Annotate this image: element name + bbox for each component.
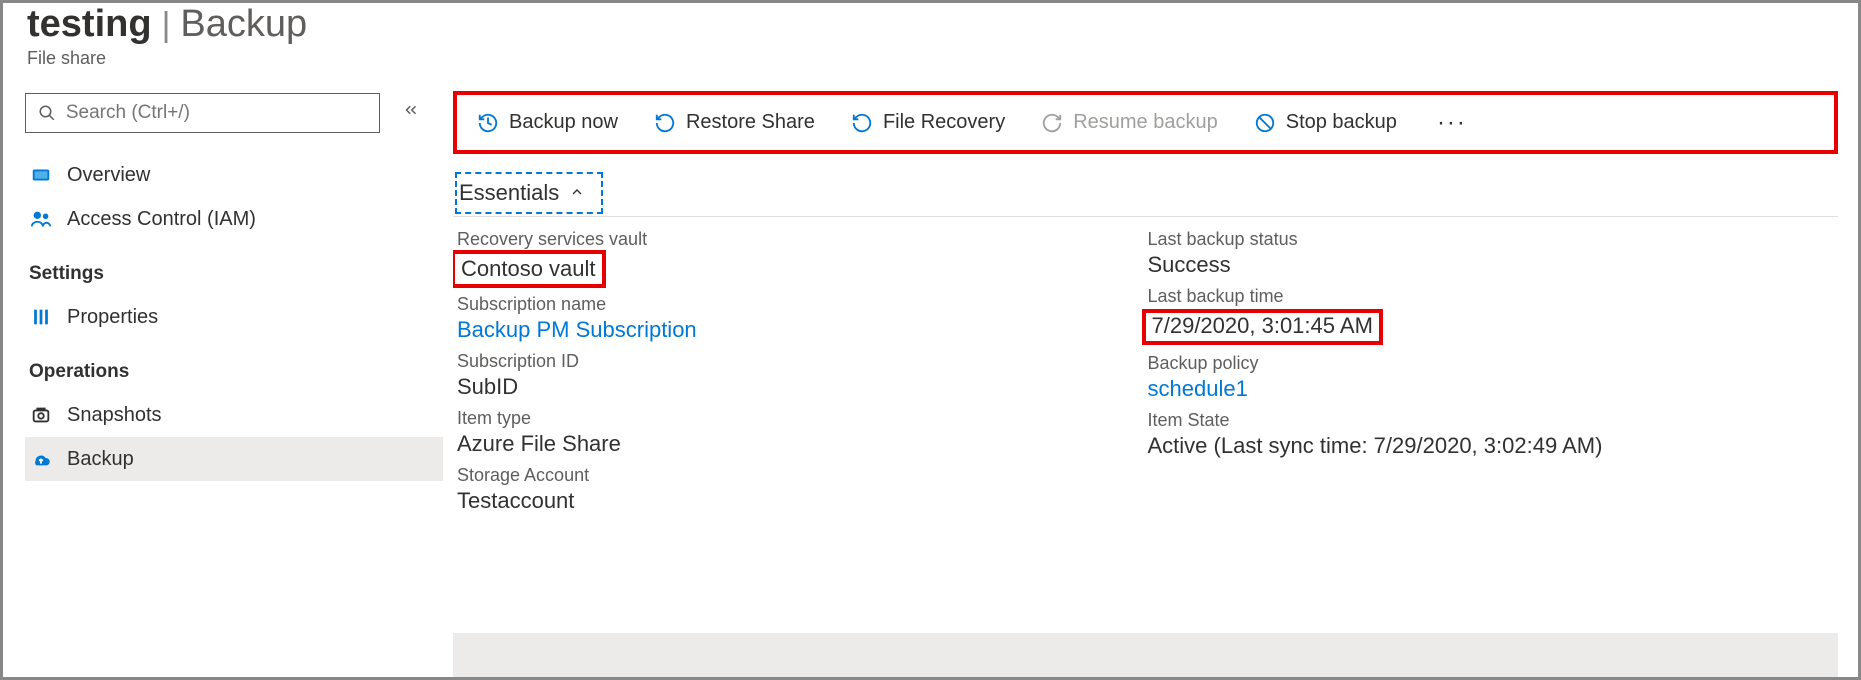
backup-now-icon	[477, 112, 499, 134]
item-state-value: Active (Last sync time: 7/29/2020, 3:02:…	[1148, 431, 1839, 461]
sidebar-item-label: Properties	[67, 306, 158, 329]
last-backup-status-label: Last backup status	[1148, 229, 1839, 250]
sidebar-item-overview[interactable]: Overview	[25, 153, 443, 197]
snapshot-icon	[29, 403, 53, 427]
tool-label: Backup now	[509, 111, 618, 134]
page-title-prefix: testing	[27, 3, 152, 46]
people-icon	[29, 207, 53, 231]
search-input-container[interactable]	[25, 93, 380, 133]
properties-icon	[29, 305, 53, 329]
tool-label: Restore Share	[686, 111, 815, 134]
restore-share-button[interactable]: Restore Share	[650, 107, 819, 138]
essentials-panel: Recovery services vault Contoso vault Su…	[453, 229, 1838, 522]
content-footer-strip	[453, 633, 1838, 677]
subscription-name-link[interactable]: Backup PM Subscription	[457, 315, 1148, 345]
stop-backup-button[interactable]: Stop backup	[1250, 107, 1401, 138]
search-icon	[36, 101, 58, 125]
backup-icon	[29, 447, 53, 471]
overview-icon	[29, 163, 53, 187]
page-title: testing | Backup	[27, 3, 1834, 46]
storage-account-label: Storage Account	[457, 465, 1148, 486]
last-backup-time-value: 7/29/2020, 3:01:45 AM	[1148, 307, 1839, 347]
sidebar-item-properties[interactable]: Properties	[25, 295, 443, 339]
resume-backup-button: Resume backup	[1037, 107, 1222, 138]
resume-icon	[1041, 112, 1063, 134]
file-recovery-button[interactable]: File Recovery	[847, 107, 1009, 138]
subscription-name-label: Subscription name	[457, 294, 1148, 315]
subscription-id-value: SubID	[457, 372, 1148, 402]
search-input[interactable]	[66, 102, 369, 124]
tool-label: Stop backup	[1286, 111, 1397, 134]
collapse-sidebar-button[interactable]	[398, 97, 424, 129]
backup-policy-label: Backup policy	[1148, 353, 1839, 374]
essentials-toggle[interactable]: Essentials	[455, 172, 603, 214]
recovery-vault-value: Contoso vault	[457, 250, 1148, 288]
recovery-vault-label: Recovery services vault	[457, 229, 1148, 250]
essentials-label: Essentials	[459, 180, 559, 206]
subscription-id-label: Subscription ID	[457, 351, 1148, 372]
last-backup-time-label: Last backup time	[1148, 286, 1839, 307]
tool-label: File Recovery	[883, 111, 1005, 134]
sidebar-item-label: Access Control (IAM)	[67, 208, 256, 231]
sidebar-section-settings: Settings	[25, 241, 443, 295]
item-type-value: Azure File Share	[457, 429, 1148, 459]
last-backup-status-value: Success	[1148, 250, 1839, 280]
page-title-suffix: Backup	[180, 3, 307, 46]
tool-label: Resume backup	[1073, 111, 1218, 134]
toolbar: Backup now Restore Share File Recovery	[453, 91, 1838, 154]
sidebar-item-label: Snapshots	[67, 404, 162, 427]
item-state-label: Item State	[1148, 410, 1839, 431]
restore-icon	[654, 112, 676, 134]
title-separator: |	[162, 6, 171, 45]
sidebar-item-label: Backup	[67, 448, 134, 471]
resource-type-label: File share	[27, 48, 1834, 69]
sidebar-item-access-control[interactable]: Access Control (IAM)	[25, 197, 443, 241]
backup-policy-link[interactable]: schedule1	[1148, 374, 1839, 404]
sidebar-item-label: Overview	[67, 164, 150, 187]
item-type-label: Item type	[457, 408, 1148, 429]
sidebar: Overview Access Control (IAM) Settings P…	[3, 81, 443, 677]
sidebar-section-operations: Operations	[25, 339, 443, 393]
storage-account-value: Testaccount	[457, 486, 1148, 516]
chevron-up-icon	[569, 180, 585, 206]
more-actions-button[interactable]: ···	[1429, 109, 1475, 137]
stop-icon	[1254, 112, 1276, 134]
recovery-icon	[851, 112, 873, 134]
sidebar-item-snapshots[interactable]: Snapshots	[25, 393, 443, 437]
backup-now-button[interactable]: Backup now	[473, 107, 622, 138]
sidebar-item-backup[interactable]: Backup	[25, 437, 443, 481]
